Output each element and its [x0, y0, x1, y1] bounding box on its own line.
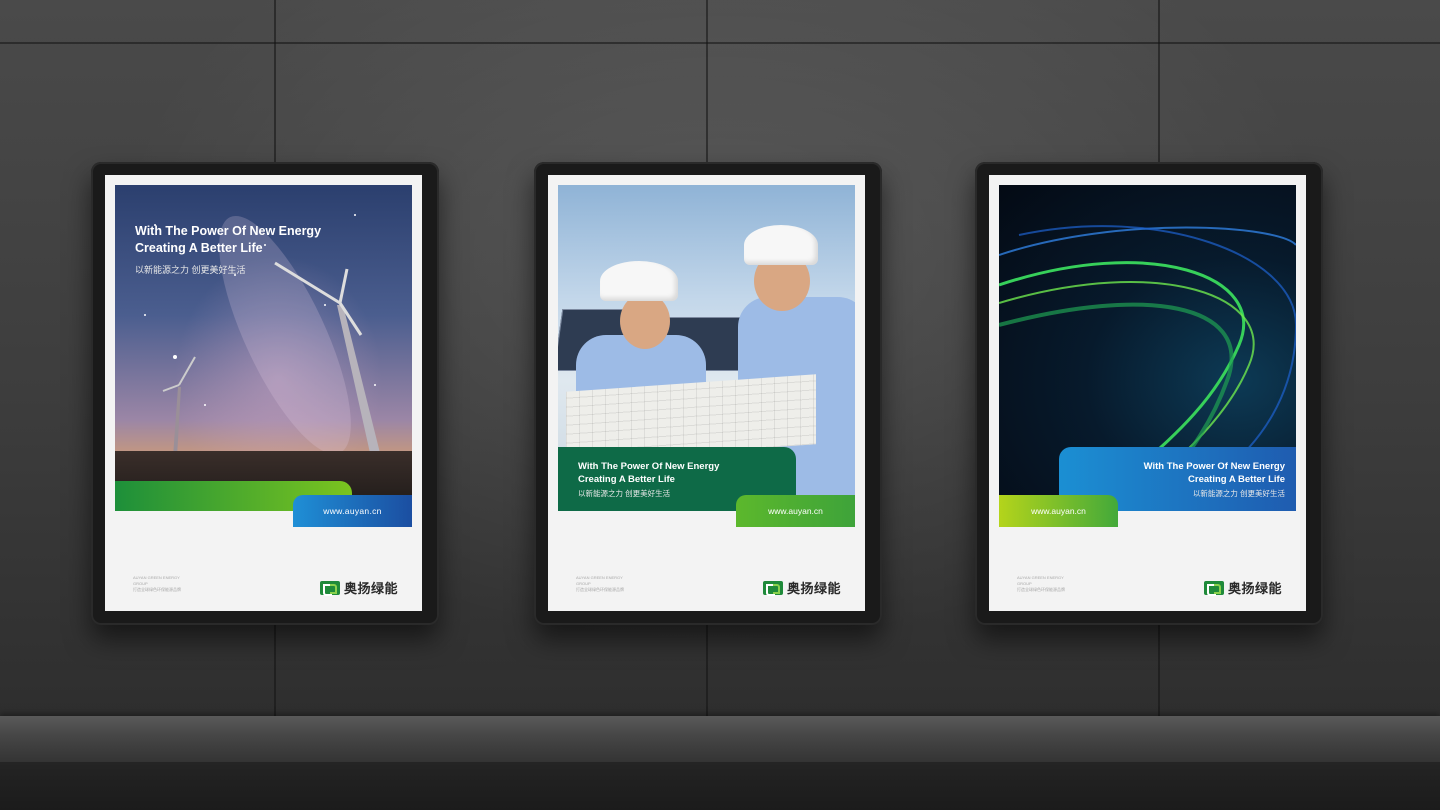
title-line-1: With The Power Of New Energy [135, 224, 322, 238]
poster-title: With The Power Of New Energy Creating A … [1089, 460, 1285, 486]
brand-name: 奥扬绿能 [344, 581, 399, 596]
poster-2: With The Power Of New Energy Creating A … [548, 175, 865, 611]
brand-logo: 奥扬绿能 [763, 578, 841, 597]
poster-1: With The Power Of New Energy Creating A … [105, 175, 422, 611]
helmet-icon [744, 225, 818, 265]
brand-logo: 奥扬绿能 [1204, 578, 1282, 597]
title-line-2: Creating A Better Life [1188, 474, 1285, 485]
title-line-2: Creating A Better Life [135, 241, 263, 255]
poster-title: With The Power Of New Energy Creating A … [135, 223, 321, 257]
wall-ledge [0, 716, 1440, 762]
brand-logo-icon [320, 580, 340, 596]
footer-tagline: AUYAN GREEN ENERGY GROUP 打造全球绿色环保能源品牌 [133, 575, 181, 593]
poster-subtitle: 以新能源之力 创更美好生活 [1192, 489, 1285, 498]
title-line-1: With The Power Of New Energy [1143, 461, 1285, 472]
footer-line-3: 打造全球绿色环保能源品牌 [133, 587, 181, 592]
url-badge: www.auyan.cn [736, 495, 855, 527]
brand-logo-icon [1204, 580, 1224, 596]
footer-tagline: AUYAN GREEN ENERGY GROUP 打造全球绿色环保能源品牌 [1017, 575, 1065, 593]
brand-logo-icon [763, 580, 783, 596]
url-badge: www.auyan.cn [999, 495, 1118, 527]
poster-frame-2: With The Power Of New Energy Creating A … [534, 162, 882, 625]
night-sky-photo: With The Power Of New Energy Creating A … [115, 185, 412, 511]
url-badge: www.auyan.cn [293, 495, 412, 527]
footer-tagline: AUYAN GREEN ENERGY GROUP 打造全球绿色环保能源品牌 [576, 575, 624, 593]
title-line-2: Creating A Better Life [578, 474, 675, 485]
footer-line-3: 打造全球绿色环保能源品牌 [1017, 587, 1065, 592]
footer-line-3: 打造全球绿色环保能源品牌 [576, 587, 624, 592]
engineer-left-face [620, 293, 670, 349]
poster-frame-1: With The Power Of New Energy Creating A … [91, 162, 439, 625]
brand-name: 奥扬绿能 [787, 581, 842, 596]
helmet-icon [600, 261, 678, 301]
poster-subtitle: 以新能源之力 创更美好生活 [578, 489, 671, 498]
poster-subtitle: 以新能源之力 创更美好生活 [135, 265, 246, 275]
wall-seam [0, 42, 1440, 44]
brand-name: 奥扬绿能 [1228, 581, 1283, 596]
brand-logo: 奥扬绿能 [320, 578, 398, 597]
title-line-1: With The Power Of New Energy [578, 461, 720, 472]
poster-title: With The Power Of New Energy Creating A … [578, 460, 719, 486]
poster-frame-3: With The Power Of New Energy Creating A … [975, 162, 1323, 625]
floor [0, 762, 1440, 810]
poster-3: With The Power Of New Energy Creating A … [989, 175, 1306, 611]
